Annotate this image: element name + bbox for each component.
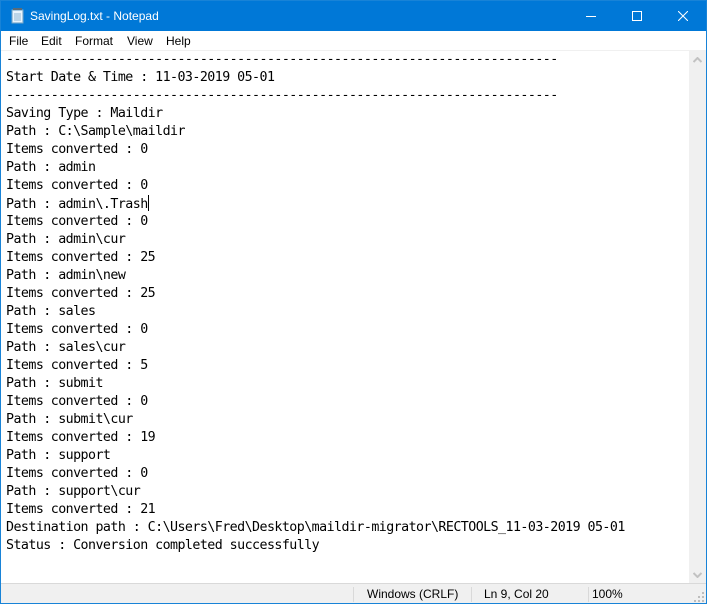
text-line-content: Items converted : 0 (6, 214, 148, 229)
text-line-content: ----------------------------------------… (6, 88, 558, 103)
text-editor[interactable]: ----------------------------------------… (1, 51, 689, 583)
status-bar: Windows (CRLF) Ln 9, Col 20 100% (1, 583, 706, 603)
text-line-content: Items converted : 0 (6, 394, 148, 409)
text-line[interactable]: Start Date & Time : 11-03-2019 05-01 (6, 69, 625, 87)
text-line-content: Path : support (6, 448, 111, 463)
status-divider (353, 587, 354, 602)
text-line[interactable]: ----------------------------------------… (6, 87, 625, 105)
text-line[interactable]: Path : submit\cur (6, 411, 625, 429)
resize-grip-icon[interactable] (694, 592, 704, 602)
text-line-content: Path : sales (6, 304, 96, 319)
text-line[interactable]: Items converted : 19 (6, 429, 625, 447)
close-button[interactable] (660, 1, 706, 31)
text-line[interactable]: Path : admin (6, 159, 625, 177)
scroll-up-button[interactable] (689, 51, 706, 68)
close-icon (678, 11, 688, 21)
text-line-content: Path : support\cur (6, 484, 141, 499)
text-line-content: Path : admin (6, 160, 96, 175)
text-line[interactable]: Status : Conversion completed successful… (6, 537, 625, 555)
window-title: SavingLog.txt - Notepad (30, 9, 159, 23)
menu-file[interactable]: File (9, 33, 28, 49)
maximize-icon (632, 11, 642, 21)
text-line[interactable]: ----------------------------------------… (6, 51, 625, 69)
menu-edit[interactable]: Edit (41, 33, 62, 49)
minimize-icon (586, 16, 596, 17)
text-line[interactable]: Destination path : C:\Users\Fred\Desktop… (6, 519, 625, 537)
text-caret (147, 195, 149, 211)
minimize-button[interactable] (568, 1, 614, 31)
text-line[interactable]: Items converted : 5 (6, 357, 625, 375)
text-line[interactable]: Path : admin\.Trash (6, 195, 625, 213)
text-line-content: ----------------------------------------… (6, 52, 558, 67)
notepad-app-icon (11, 8, 24, 24)
status-divider (588, 587, 589, 602)
text-line-content: Status : Conversion completed successful… (6, 538, 320, 553)
text-line-content: Path : submit\cur (6, 412, 133, 427)
text-line[interactable]: Items converted : 25 (6, 249, 625, 267)
text-line[interactable]: Items converted : 0 (6, 141, 625, 159)
text-line[interactable]: Path : admin\new (6, 267, 625, 285)
text-line[interactable]: Items converted : 0 (6, 321, 625, 339)
text-line-content: Path : C:\Sample\maildir (6, 124, 185, 139)
text-line-content: Items converted : 0 (6, 466, 148, 481)
chevron-down-icon (693, 571, 702, 578)
text-line[interactable]: Path : support\cur (6, 483, 625, 501)
scroll-down-button[interactable] (689, 566, 706, 583)
cursor-position-status: Ln 9, Col 20 (484, 587, 549, 601)
text-line[interactable]: Path : C:\Sample\maildir (6, 123, 625, 141)
text-line[interactable]: Path : submit (6, 375, 625, 393)
text-line-content: Path : sales\cur (6, 340, 126, 355)
vertical-scrollbar[interactable] (689, 51, 706, 583)
zoom-level-status: 100% (592, 587, 623, 601)
text-line-content: Path : submit (6, 376, 103, 391)
text-line[interactable]: Path : support (6, 447, 625, 465)
maximize-button[interactable] (614, 1, 660, 31)
chevron-up-icon (693, 56, 702, 63)
text-line-content: Items converted : 21 (6, 502, 156, 517)
text-line-content: Items converted : 25 (6, 250, 156, 265)
text-line[interactable]: Items converted : 0 (6, 465, 625, 483)
text-line-content: Items converted : 0 (6, 322, 148, 337)
notepad-window: SavingLog.txt - Notepad File Edit Format… (0, 0, 707, 604)
menu-view[interactable]: View (127, 33, 153, 49)
text-line-content: Items converted : 5 (6, 358, 148, 373)
text-line[interactable]: Items converted : 0 (6, 177, 625, 195)
text-line[interactable]: Saving Type : Maildir (6, 105, 625, 123)
menu-bar: File Edit Format View Help (1, 31, 706, 50)
text-line-content: Items converted : 0 (6, 178, 148, 193)
text-line-content: Saving Type : Maildir (6, 106, 163, 121)
text-line-content: Path : admin\.Trash (6, 197, 148, 212)
title-bar[interactable]: SavingLog.txt - Notepad (1, 1, 706, 31)
text-line[interactable]: Items converted : 0 (6, 393, 625, 411)
text-line-content: Items converted : 19 (6, 430, 156, 445)
text-line[interactable]: Path : admin\cur (6, 231, 625, 249)
text-line[interactable]: Path : sales\cur (6, 339, 625, 357)
text-line-content: Items converted : 0 (6, 142, 148, 157)
text-line-content: Start Date & Time : 11-03-2019 05-01 (6, 70, 275, 85)
status-divider (471, 587, 472, 602)
text-line[interactable]: Path : sales (6, 303, 625, 321)
text-line[interactable]: Items converted : 25 (6, 285, 625, 303)
menu-format[interactable]: Format (75, 33, 113, 49)
menu-help[interactable]: Help (166, 33, 191, 49)
text-line-content: Destination path : C:\Users\Fred\Desktop… (6, 520, 625, 535)
text-line-content: Items converted : 25 (6, 286, 156, 301)
text-line-content: Path : admin\cur (6, 232, 126, 247)
text-line[interactable]: Items converted : 21 (6, 501, 625, 519)
text-line[interactable]: Items converted : 0 (6, 213, 625, 231)
line-ending-status: Windows (CRLF) (367, 587, 459, 601)
text-line-content: Path : admin\new (6, 268, 126, 283)
document-text[interactable]: ----------------------------------------… (6, 51, 625, 555)
